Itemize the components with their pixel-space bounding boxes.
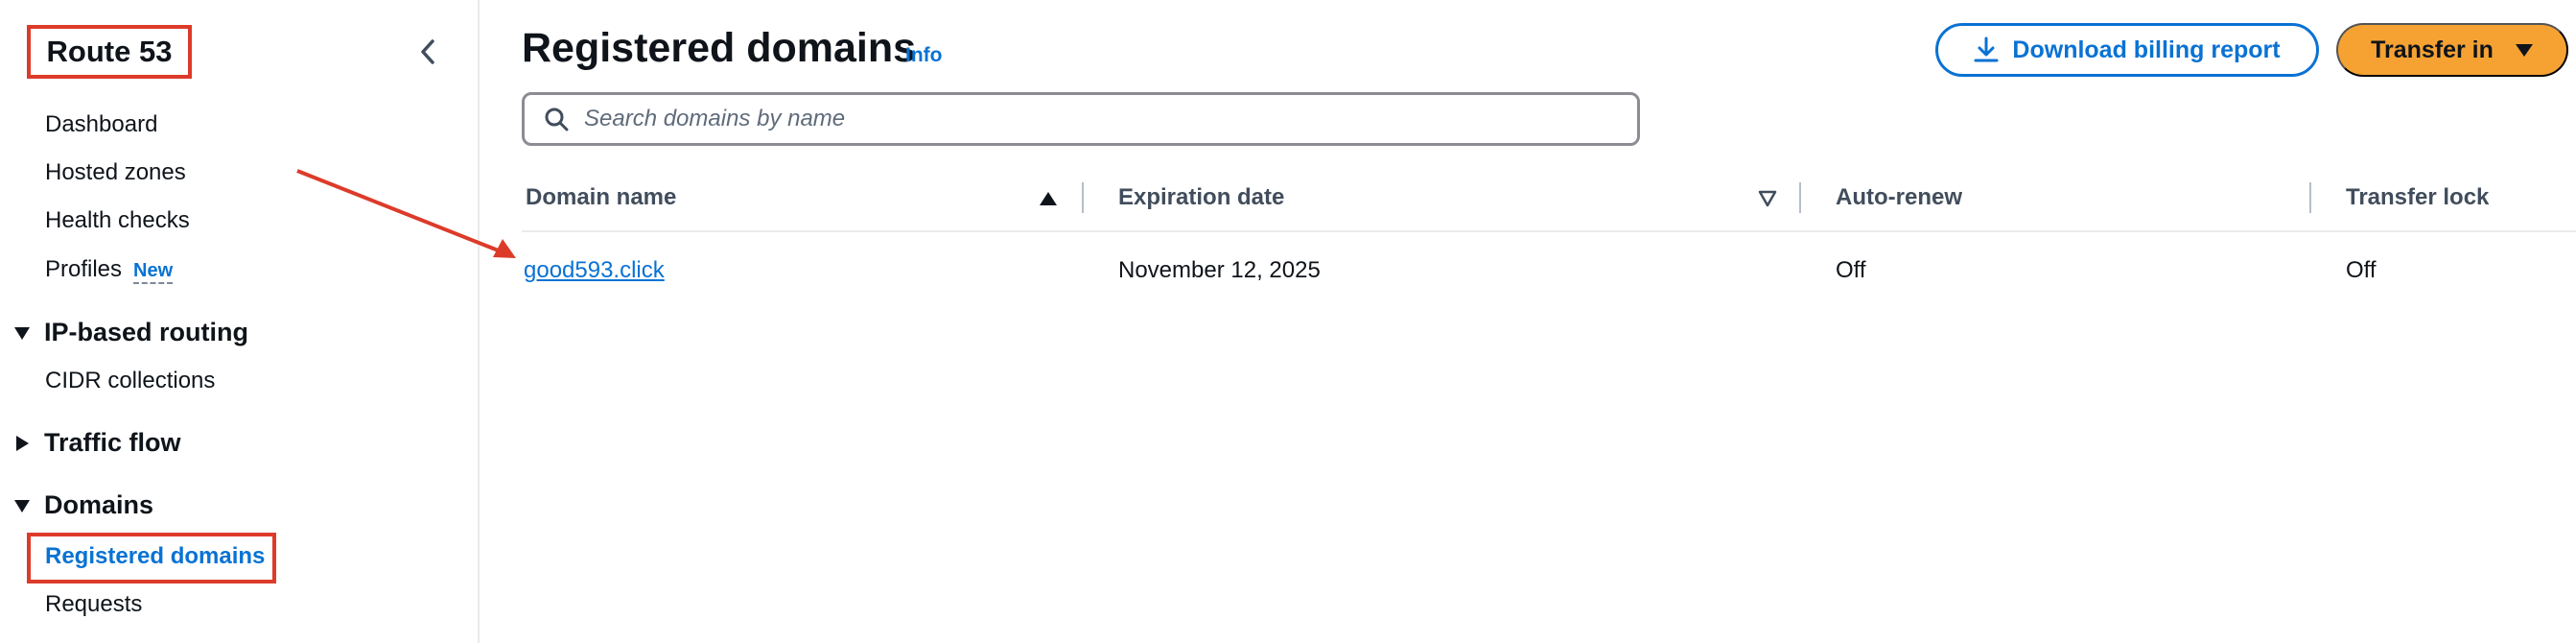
search-field[interactable] <box>522 92 1640 146</box>
info-link[interactable]: Info <box>905 44 942 67</box>
chevron-left-icon <box>421 39 434 64</box>
collapse-navigation-button[interactable] <box>410 35 445 69</box>
section-traffic-flow[interactable]: Traffic flow <box>13 428 181 458</box>
transfer-in-button[interactable]: Transfer in <box>2336 23 2568 77</box>
section-domains[interactable]: Domains <box>13 490 153 520</box>
transfer-lock-cell: Off <box>2346 257 2377 283</box>
auto-renew-cell: Off <box>1836 257 1866 283</box>
section-ip-based-routing[interactable]: IP-based routing <box>13 318 248 347</box>
download-billing-report-button[interactable]: Download billing report <box>1935 23 2319 77</box>
caret-down-icon <box>14 326 30 340</box>
column-header-transfer-lock[interactable]: Transfer lock <box>2346 184 2489 211</box>
sidebar-item-registered-domains[interactable]: Registered domains <box>45 543 265 570</box>
sidebar-item-cidr-collections[interactable]: CIDR collections <box>45 368 215 394</box>
section-title: Domains <box>44 490 154 519</box>
download-button-label: Download billing report <box>2012 36 2281 63</box>
page-title: Registered domains <box>522 25 916 71</box>
column-header-domain-name[interactable]: Domain name <box>526 184 676 211</box>
search-input[interactable] <box>584 106 1637 132</box>
service-title[interactable]: Route 53 <box>27 25 192 79</box>
section-title: Traffic flow <box>44 428 181 457</box>
sidebar-item-hosted-zones[interactable]: Hosted zones <box>45 159 186 186</box>
column-header-expiration-date[interactable]: Expiration date <box>1118 184 1284 211</box>
column-divider[interactable] <box>1799 182 1801 213</box>
caret-right-icon <box>16 435 29 451</box>
transfer-button-label: Transfer in <box>2371 36 2494 63</box>
side-navigation: Route 53 Dashboard Hosted zones Health c… <box>0 0 480 643</box>
column-divider[interactable] <box>1082 182 1084 213</box>
sidebar-item-profiles[interactable]: Profiles New <box>45 256 174 284</box>
download-icon <box>1974 36 1999 62</box>
domain-name-link[interactable]: good593.click <box>524 257 665 284</box>
sidebar-item-requests[interactable]: Requests <box>45 591 142 618</box>
sidebar-item-label: Profiles <box>45 256 123 282</box>
sidebar-item-dashboard[interactable]: Dashboard <box>45 111 157 138</box>
new-badge: New <box>133 260 174 284</box>
search-icon <box>545 107 569 131</box>
section-title: IP-based routing <box>44 318 249 346</box>
sidebar-item-health-checks[interactable]: Health checks <box>45 207 190 234</box>
caret-down-icon <box>14 499 30 512</box>
table-header-divider <box>522 230 2576 232</box>
caret-down-icon <box>2515 44 2533 57</box>
column-header-auto-renew[interactable]: Auto-renew <box>1836 184 1962 211</box>
expiration-date-cell: November 12, 2025 <box>1118 257 1321 283</box>
sort-ascending-icon[interactable] <box>1038 188 1059 209</box>
sort-descending-outline-icon[interactable] <box>1757 188 1778 209</box>
column-divider[interactable] <box>2309 182 2311 213</box>
